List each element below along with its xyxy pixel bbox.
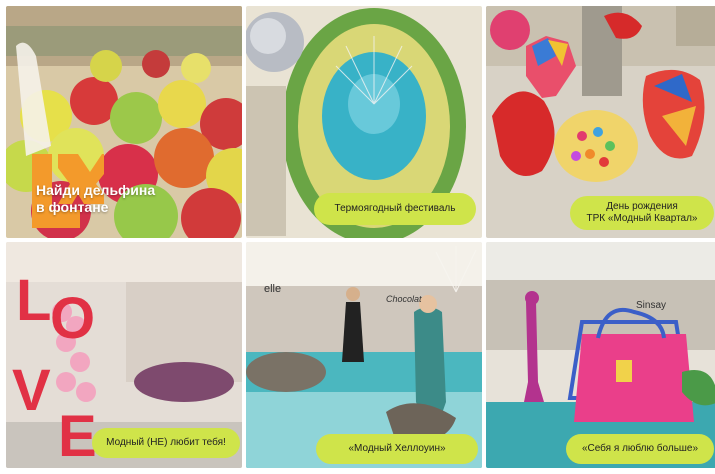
tile-3-caption-line2: ТРК «Модный Квартал» xyxy=(586,213,698,224)
tile-1-title-line2: в фонтане xyxy=(36,199,109,215)
tile-3-caption: День рождения ТРК «Модный Квартал» xyxy=(570,196,714,230)
elle-store-sign: elle xyxy=(264,283,281,295)
tile-love[interactable]: L O V E Модный (НЕ) любит тебя! xyxy=(6,242,242,468)
tile-2-caption: Термоягодный фестиваль xyxy=(314,193,476,225)
tile-4-caption: Модный (НЕ) любит тебя! xyxy=(92,428,240,458)
photo-grid: Найди дельфина в фонтане Термоягодный фе… xyxy=(6,6,715,468)
love-sign-l: L xyxy=(16,268,51,333)
tile-halloween[interactable]: elle Chocolat «Модный Хеллоуин» xyxy=(246,242,482,468)
love-sign-e: E xyxy=(58,404,97,468)
chocolat-store-sign: Chocolat xyxy=(386,294,422,304)
tile-self-love[interactable]: Sinsay «Себя я люблю больше» xyxy=(486,242,715,468)
sinsay-store-sign: Sinsay xyxy=(636,300,666,311)
tile-6-caption: «Себя я люблю больше» xyxy=(566,434,714,464)
tile-birthday[interactable]: День рождения ТРК «Модный Квартал» xyxy=(486,6,715,238)
tile-balloons[interactable]: Найди дельфина в фонтане xyxy=(6,6,242,238)
tile-3-caption-line1: День рождения xyxy=(606,201,678,212)
tile-fountain-festival[interactable]: Термоягодный фестиваль xyxy=(246,6,482,238)
love-sign-v: V xyxy=(12,358,51,423)
tile-1-title: Найди дельфина в фонтане xyxy=(36,182,155,216)
tile-1-title-line1: Найди дельфина xyxy=(36,182,156,198)
tile-5-caption: «Модный Хеллоуин» xyxy=(316,434,478,464)
love-sign-o: O xyxy=(50,286,95,351)
